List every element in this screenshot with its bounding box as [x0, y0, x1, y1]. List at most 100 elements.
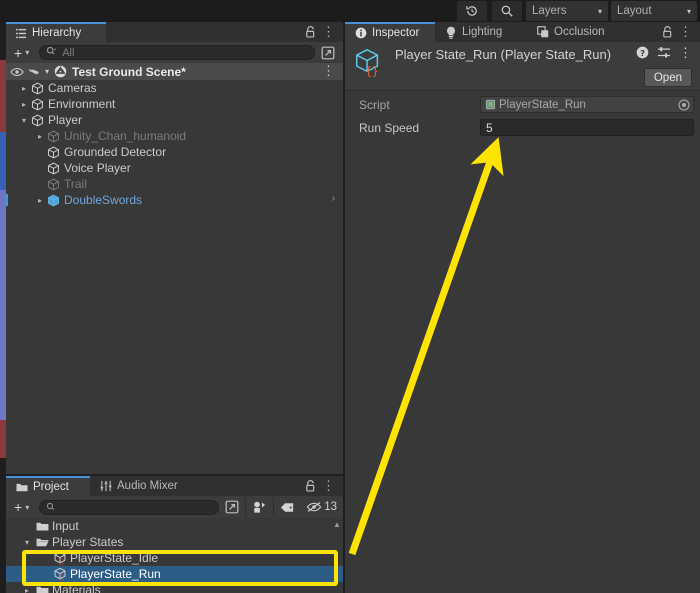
filter-by-type-button[interactable] [245, 497, 272, 517]
foldout-toggle[interactable]: ▾ [20, 538, 34, 547]
tab-inspector-label: Inspector [372, 27, 420, 39]
application-toolbar: Layers ▾ Layout ▾ [0, 0, 700, 22]
tab-hierarchy-label: Hierarchy [32, 27, 82, 39]
foldout-toggle[interactable]: ▾ [18, 116, 30, 125]
component-menu-icon[interactable]: ⋮ [679, 46, 692, 59]
foldout-toggle[interactable]: ▸ [18, 84, 30, 93]
tab-project[interactable]: Project [6, 476, 90, 496]
project-search-input[interactable] [39, 499, 220, 515]
svg-text:?: ? [640, 48, 645, 58]
scene-menu-icon[interactable]: ⋮ [322, 63, 335, 79]
hierarchy-search-placeholder: All [62, 46, 75, 59]
script-asset-icon: {} [52, 567, 68, 581]
script-object-field[interactable]: PlayerState_Run [480, 96, 694, 113]
tab-audio-mixer[interactable]: Audio Mixer [90, 476, 208, 496]
hand-icon[interactable] [28, 66, 41, 78]
foldout-toggle[interactable]: ▸ [18, 100, 30, 109]
hierarchy-add-button[interactable]: + ▾ [14, 45, 29, 61]
popout-icon [321, 46, 335, 60]
hierarchy-search-input[interactable]: All [39, 45, 315, 60]
hierarchy-item-voice-player[interactable]: ▸Voice Player [6, 160, 343, 176]
project-item-player-states[interactable]: ▾ Player States [6, 534, 343, 550]
project-panel: Project Audio Mixer ⋮ + ▾ 13 Input ▾ Pla… [6, 476, 343, 593]
inspector-properties: Script PlayerState_Run Run Speed 5 [345, 91, 700, 141]
object-picker-icon[interactable] [678, 99, 690, 114]
chevron-down-icon: ▾ [686, 6, 691, 16]
hierarchy-item-doubleswords[interactable]: ▸ DoubleSwords › [6, 192, 343, 208]
project-add-button[interactable]: + ▾ [14, 499, 29, 515]
hierarchy-lock-icon[interactable] [304, 25, 317, 42]
hierarchy-tree[interactable]: ▾ Test Ground Scene* ⋮ ▸ Cameras ▸ Environm… [6, 63, 343, 474]
hierarchy-toolbar: + ▾ All [6, 42, 343, 63]
layers-dropdown[interactable]: Layers ▾ [526, 1, 608, 21]
eye-crossed-icon [306, 501, 322, 513]
hierarchy-panel: Hierarchy ⋮ + ▾ All ▾ Test Ground Scene*… [6, 22, 343, 474]
toolbar-search-button[interactable] [492, 1, 522, 21]
tab-occlusion[interactable]: Occlusion [527, 22, 627, 42]
tab-project-label: Project [33, 481, 69, 493]
tab-lighting[interactable]: Lighting [435, 22, 527, 42]
hierarchy-item-label: DoubleSwords [64, 193, 143, 207]
hierarchy-item-label: Cameras [48, 81, 97, 95]
hierarchy-item-environment[interactable]: ▸ Environment [6, 96, 343, 112]
project-scrollbar[interactable]: ▲ [332, 520, 342, 591]
hierarchy-item-cameras[interactable]: ▸ Cameras [6, 80, 343, 96]
foldout-toggle[interactable]: ▸ [34, 196, 46, 205]
project-item-input[interactable]: Input [6, 518, 343, 534]
layers-label: Layers [532, 5, 567, 17]
project-item-label: Input [52, 519, 79, 533]
scene-foldout-icon[interactable]: ▾ [41, 67, 53, 76]
hierarchy-item-trail[interactable]: ▸Trail [6, 176, 343, 192]
project-item-label: PlayerState_Idle [70, 551, 159, 565]
project-menu-icon[interactable]: ⋮ [322, 478, 335, 494]
hierarchy-menu-icon[interactable]: ⋮ [322, 24, 335, 40]
foldout-toggle[interactable]: ▸ [34, 132, 46, 141]
scroll-up-icon[interactable]: ▲ [332, 520, 342, 529]
hierarchy-item-grounded-detector[interactable]: ▸Grounded Detector [6, 144, 343, 160]
run-speed-input[interactable]: 5 [480, 119, 694, 136]
chevron-right-icon[interactable]: › [332, 193, 335, 204]
chevron-down-icon: ▾ [25, 48, 30, 57]
project-item-label: Materials [52, 583, 101, 593]
preset-icon[interactable] [657, 46, 671, 59]
eye-icon[interactable] [10, 66, 24, 78]
project-lock-icon[interactable] [304, 479, 317, 496]
inspector-object-title: Player State_Run (Player State_Run) [395, 47, 612, 62]
project-item-materials[interactable]: ▸ Materials [6, 582, 343, 593]
inspector-tab-bar: Inspector Lighting Occlusion ⋮ [345, 22, 700, 42]
undo-history-button[interactable] [457, 1, 487, 21]
hierarchy-item-unity-chan-humanoid[interactable]: ▸ Unity_Chan_humanoid [6, 128, 343, 144]
folder-open-icon [34, 537, 50, 548]
popout-icon [225, 500, 239, 514]
tab-inspector[interactable]: Inspector [345, 22, 435, 42]
hierarchy-add-label: + [14, 44, 23, 61]
inspector-menu-icon[interactable]: ⋮ [679, 24, 692, 40]
hierarchy-popout-button[interactable] [317, 44, 339, 62]
chevron-down-icon: ▾ [597, 6, 602, 16]
project-popout-button[interactable] [219, 498, 245, 517]
foldout-toggle[interactable]: ▸ [20, 586, 34, 593]
project-asset-tree[interactable]: Input ▾ Player States {} PlayerState_Idle {} P… [6, 518, 343, 593]
filter-by-label-icon [280, 501, 295, 514]
hidden-assets-indicator[interactable]: 13 [300, 501, 343, 513]
folder-icon [34, 521, 50, 532]
layout-dropdown[interactable]: Layout ▾ [611, 1, 697, 21]
tab-audio-mixer-label: Audio Mixer [117, 480, 178, 492]
gameobject-cube-icon [30, 82, 45, 95]
property-script-label: Script [359, 97, 390, 112]
project-item-playerstate-run[interactable]: {} PlayerState_Run [6, 566, 343, 582]
project-item-playerstate-idle[interactable]: {} PlayerState_Idle [6, 550, 343, 566]
hierarchy-item-label: Voice Player [64, 161, 131, 175]
open-script-button[interactable]: Open [643, 68, 692, 87]
inspector-header: {} Player State_Run (Player State_Run) ?… [345, 42, 700, 91]
script-object-value: PlayerState_Run [499, 98, 586, 111]
tab-hierarchy[interactable]: Hierarchy [6, 22, 106, 42]
gameobject-cube-icon [46, 130, 61, 143]
help-icon[interactable]: ? [636, 46, 649, 59]
project-toolbar: + ▾ 13 [6, 496, 343, 518]
hierarchy-icon [16, 28, 27, 39]
hierarchy-item-player[interactable]: ▾ Player [6, 112, 343, 128]
filter-by-label-button[interactable] [272, 497, 300, 517]
hierarchy-scene-row[interactable]: ▾ Test Ground Scene* ⋮ [6, 63, 343, 80]
inspector-lock-icon[interactable] [661, 25, 674, 42]
